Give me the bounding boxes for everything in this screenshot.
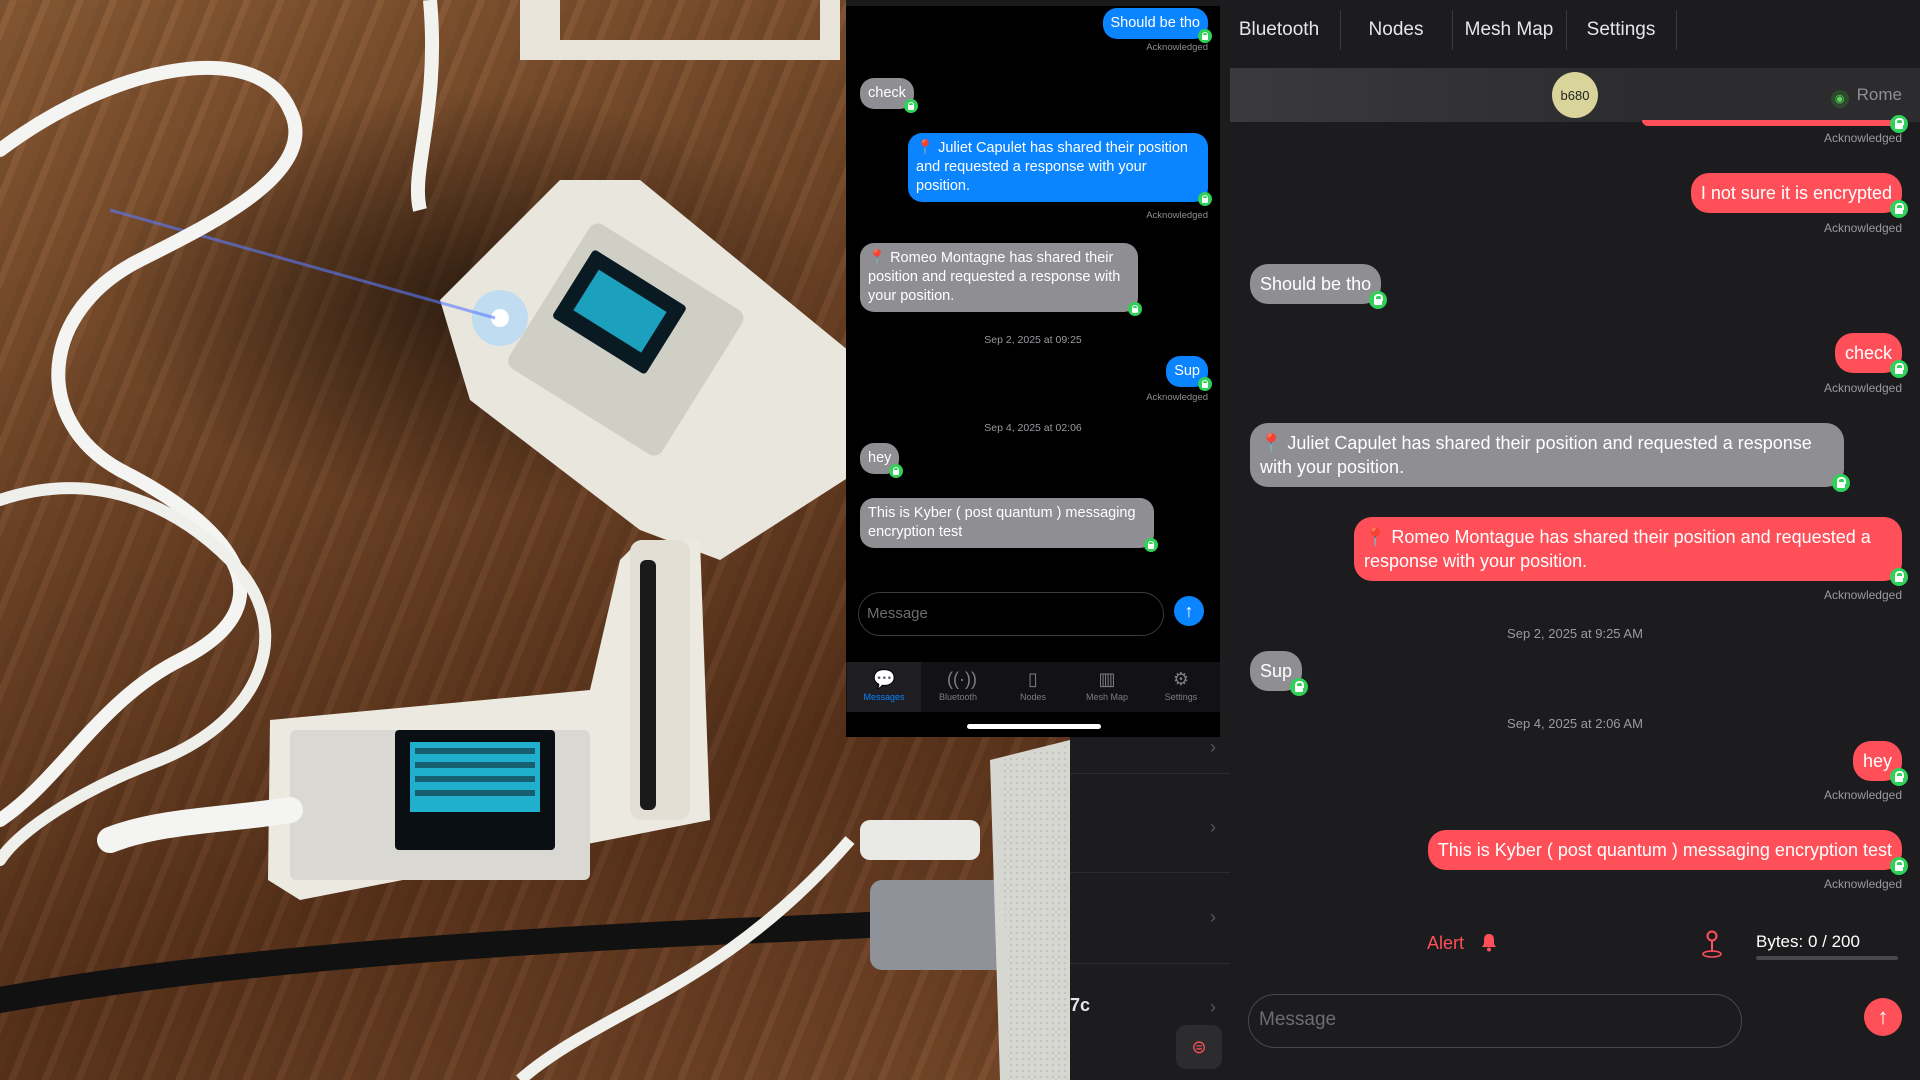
send-button[interactable]: ↑ [1864,998,1902,1036]
tab-mesh-map[interactable]: ▥ Mesh Map [1070,662,1144,712]
message-bubble-outgoing[interactable]: Should be tho [1102,8,1212,43]
location-pin-icon[interactable] [1700,930,1724,958]
message-status: Acknowledged [1823,131,1902,145]
antenna-icon: ((·)) [947,669,977,689]
message-input[interactable]: Message [858,592,1164,636]
message-bubble-incoming[interactable]: 📍 Juliet Capulet has shared their positi… [1250,423,1850,492]
bytes-counter: Bytes: 0 / 200 [1756,932,1860,951]
alert-button[interactable]: Alert [1427,932,1499,954]
signal-icon: ◉ [1830,90,1849,108]
tab-mesh-map[interactable]: Mesh Map [1452,10,1567,50]
message-bubble-outgoing[interactable]: check [1834,333,1908,378]
message-bubble-outgoing[interactable] [1642,120,1902,126]
date-separator: Sep 4, 2025 at 2:06 AM [1507,716,1643,731]
tab-settings[interactable]: ⚙ Settings [1144,662,1218,712]
message-bubble-incoming[interactable]: hey [860,443,904,478]
message-bubble-outgoing[interactable]: 📍 Romeo Montague has shared their positi… [1354,517,1908,586]
message-status: Acknowledged [1146,392,1208,403]
ipad-messages-screen: Bluetooth Nodes Mesh Map Settings b680 ◉… [1230,0,1920,1080]
message-bubble-incoming[interactable]: This is Kyber ( post quantum ) messaging… [860,498,1158,552]
lock-icon [1144,538,1158,552]
chevron-right-icon[interactable]: › [1210,737,1216,758]
lock-icon [1128,302,1142,316]
map-icon: ▥ [1098,669,1116,689]
message-status: Acknowledged [1823,221,1902,235]
lock-icon [1890,768,1908,786]
message-bubble-outgoing[interactable]: I not sure it is encrypted [1690,173,1908,218]
tab-nodes[interactable]: Nodes [1340,10,1453,50]
home-indicator [967,724,1101,729]
lock-icon [1890,200,1908,218]
tab-bluetooth[interactable]: Bluetooth [1230,10,1341,50]
message-status: Acknowledged [1823,381,1902,395]
node-id-fragment: 7c [1070,995,1091,1015]
lock-icon [1832,474,1850,492]
gear-icon: ⚙ [1172,669,1190,689]
lock-icon [1890,568,1908,586]
lock-icon [889,464,904,478]
message-bubble-outgoing[interactable]: hey [1852,741,1908,786]
message-status: Acknowledged [1146,42,1208,53]
lock-icon [1890,857,1908,875]
tab-nodes[interactable]: ▯ Nodes [996,662,1070,712]
lock-icon [1198,192,1212,206]
message-status: Acknowledged [1823,877,1902,891]
phone-messages-screen: Should be tho Acknowledged check 📍 Julie… [846,0,1220,737]
chevron-right-icon[interactable]: › [1210,997,1216,1018]
date-separator: Sep 2, 2025 at 9:25 AM [1507,626,1643,641]
message-input[interactable]: Message [1248,994,1742,1048]
message-bubble-incoming[interactable]: check [860,78,918,113]
tab-bar: 💬 Messages ((·)) Bluetooth ▯ Nodes ▥ Mes… [846,662,1220,712]
chevron-right-icon[interactable]: › [1210,907,1216,928]
bytes-progress-bar [1756,956,1898,960]
device-icon: ▯ [1028,669,1038,689]
message-status: Acknowledged [1823,588,1902,602]
tab-messages[interactable]: 💬 Messages [847,662,921,712]
message-bubble-incoming[interactable]: Sup [1250,651,1309,696]
message-bubble-incoming[interactable]: 📍 Romeo Montagne has shared their positi… [860,243,1142,316]
top-segmented-tabs: Bluetooth Nodes Mesh Map Settings [1230,0,1920,69]
lock-icon [1198,29,1212,43]
message-bubble-outgoing[interactable]: 📍 Juliet Capulet has shared their positi… [908,133,1212,206]
send-button[interactable]: ↑ [1174,596,1204,626]
lock-icon [1290,678,1309,696]
message-bubble-outgoing[interactable]: Sup [1166,356,1212,391]
message-bubble-outgoing[interactable]: This is Kyber ( post quantum ) messaging… [1427,830,1908,875]
lock-icon [1198,377,1212,391]
date-separator: Sep 4, 2025 at 02:06 [984,422,1082,434]
bell-icon [1482,934,1497,952]
lock-icon [1890,360,1908,378]
chat-bubble-icon: 💬 [873,669,896,689]
message-status: Acknowledged [1823,788,1902,802]
background-list-fragment: › › › 7c › ⊜ [1070,737,1230,1080]
message-bubble-incoming[interactable]: Should be tho [1250,264,1388,309]
lock-icon [1369,291,1388,309]
tab-settings[interactable]: Settings [1566,10,1677,50]
lock-icon [903,99,918,113]
tab-bluetooth[interactable]: ((·)) Bluetooth [921,662,995,712]
chevron-right-icon[interactable]: › [1210,817,1216,838]
avatar[interactable]: b680 [1552,72,1598,118]
date-separator: Sep 2, 2025 at 09:25 [984,334,1082,346]
message-status: Acknowledged [1146,210,1208,221]
channel-name[interactable]: ◉ Rome [1830,85,1902,108]
filter-button[interactable]: ⊜ [1176,1025,1222,1069]
chat-header: b680 ◉ Rome [1230,68,1920,122]
